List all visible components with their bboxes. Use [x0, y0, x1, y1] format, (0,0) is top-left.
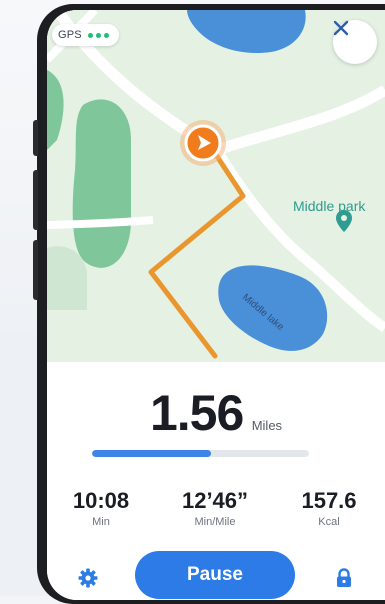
pace-value: 12’46” [181, 488, 249, 513]
settings-button[interactable] [75, 565, 101, 591]
phone-side-button [33, 170, 38, 230]
calories-stat: 157.6 Kcal [279, 488, 379, 528]
distance-readout: 1.56 Miles [47, 384, 385, 442]
close-button[interactable] [333, 20, 377, 64]
gps-signal-dot [87, 32, 93, 38]
map-view[interactable]: Middle park Middle lake GPS [47, 10, 385, 365]
time-stat: 10:08 Min [51, 488, 151, 528]
gps-signal-dot [103, 32, 109, 38]
gps-signal-dot [95, 32, 101, 38]
pace-label: Min/Mile [194, 516, 236, 528]
distance-value: 1.56 [149, 385, 244, 441]
distance-unit: Miles [251, 418, 283, 433]
distance-progress-bar [92, 450, 309, 457]
calories-label: Kcal [318, 516, 340, 528]
phone-side-button [33, 240, 38, 300]
gps-status: GPS [52, 24, 119, 46]
phone-side-button [33, 120, 38, 156]
gps-signal-icon [87, 32, 109, 38]
lock-button[interactable] [331, 565, 357, 591]
map-canvas [47, 10, 385, 365]
pace-stat: 12’46” Min/Mile [165, 488, 265, 528]
lock-icon [337, 568, 351, 587]
distance-progress-fill [92, 450, 212, 457]
calories-value: 157.6 [301, 488, 357, 513]
pause-button[interactable]: Pause [135, 551, 295, 599]
location-pin-dot [341, 215, 347, 221]
road [47, 216, 154, 229]
close-icon [333, 20, 349, 36]
park-area-left [72, 99, 131, 268]
time-label: Min [92, 516, 110, 528]
place-label: Middle park [293, 198, 366, 214]
time-value: 10:08 [72, 488, 130, 513]
workout-stats-panel: 1.56 Miles 10:08 Min 12’46” Min/Mile 157… [47, 362, 385, 600]
gps-label: GPS [58, 29, 82, 41]
gear-icon [78, 568, 98, 588]
app-screen: Middle park Middle lake GPS 1.56 Miles 1… [47, 10, 385, 600]
